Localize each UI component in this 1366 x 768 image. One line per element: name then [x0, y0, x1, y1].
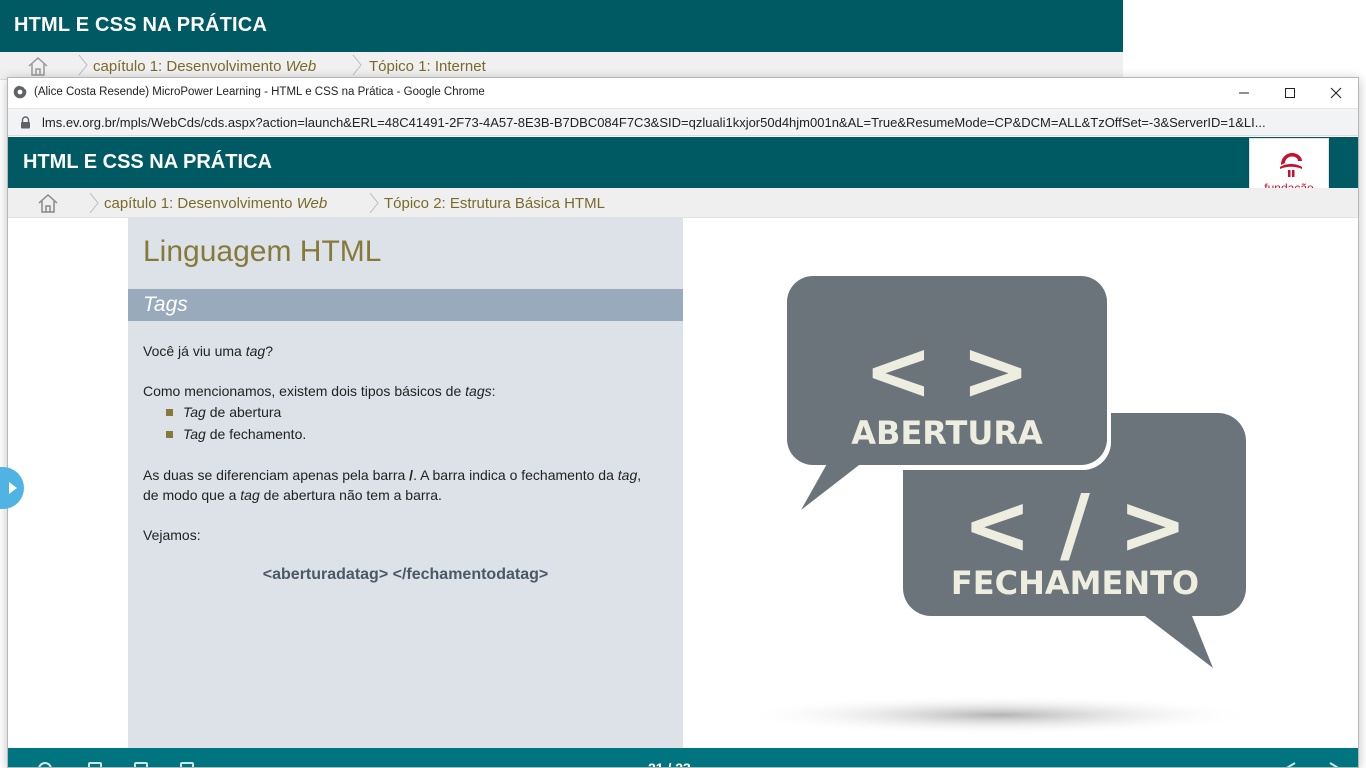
next-page-icon[interactable] [1328, 762, 1342, 768]
minimize-button[interactable] [1221, 78, 1267, 108]
opening-label: ABERTURA [851, 414, 1043, 452]
play-arrow-icon [9, 482, 17, 494]
background-course-header: HTML E CSS NA PRÁTICA [0, 0, 1123, 52]
address-bar[interactable]: lms.ev.org.br/mpls/WebCds/cds.aspx?actio… [8, 108, 1358, 136]
breadcrumb-separator-icon [369, 192, 379, 214]
url-text[interactable]: lms.ev.org.br/mpls/WebCds/cds.aspx?actio… [42, 115, 1352, 130]
glossary-icon[interactable] [134, 762, 148, 767]
print-icon[interactable] [180, 762, 194, 767]
breadcrumb-chapter[interactable]: capítulo 1: Desenvolvimento Web [104, 195, 327, 212]
window-title: (Alice Costa Resende) MicroPower Learnin… [34, 86, 485, 98]
closing-symbol: < / > [963, 478, 1187, 573]
maximize-button[interactable] [1267, 78, 1313, 108]
close-button[interactable] [1313, 78, 1358, 108]
tags-illustration: < / > FECHAMENTO < > ABERTURA [739, 273, 1259, 735]
maximize-icon [1285, 88, 1295, 98]
breadcrumb-separator-icon [89, 192, 99, 214]
background-breadcrumb: capítulo 1: Desenvolvimento Web Tópico 1… [0, 52, 1123, 80]
code-example: <aberturadatag> </fechamentodatag> [262, 566, 549, 583]
slide-title: Linguagem HTML [143, 235, 382, 268]
chrome-globe-icon [13, 85, 27, 99]
minimize-icon [1239, 92, 1249, 94]
bullet-square-icon [166, 431, 173, 438]
paragraph-types: Como mencionamos, existem dois tipos bás… [143, 383, 496, 399]
bullet-square-icon [166, 409, 173, 416]
info-icon[interactable] [38, 762, 52, 767]
previous-page-icon[interactable] [1283, 762, 1297, 768]
slide-text-panel: Linguagem HTML Tags Você já viu uma tag?… [128, 218, 683, 748]
paragraph-vejamos: Vejamos: [143, 527, 201, 543]
home-icon[interactable] [37, 193, 59, 213]
list-item-opening: Tag de abertura [166, 404, 281, 420]
breadcrumb: capítulo 1: Desenvolvimento Web Tópico 2… [8, 188, 1358, 218]
page-number: 21 / 23 [648, 760, 691, 768]
course-title: HTML E CSS NA PRÁTICA [23, 151, 272, 173]
bradesco-logo-icon [1280, 153, 1302, 177]
background-breadcrumb-topic[interactable]: Tópico 1: Internet [369, 58, 486, 75]
opening-symbol: < > [864, 324, 1030, 419]
paragraph-difference: As duas se diferenciam apenas pela barra… [143, 467, 642, 503]
breadcrumb-topic[interactable]: Tópico 2: Estrutura Básica HTML [384, 195, 605, 212]
background-breadcrumb-chapter[interactable]: capítulo 1: Desenvolvimento Web [93, 58, 316, 75]
closing-label: FECHAMENTO [951, 564, 1199, 602]
course-header: HTML E CSS NA PRÁTICA [8, 137, 1358, 188]
home-icon[interactable] [27, 56, 49, 76]
section-subheader-text: Tags [143, 293, 188, 316]
breadcrumb-separator-icon [78, 54, 88, 76]
window-titlebar[interactable]: (Alice Costa Resende) MicroPower Learnin… [8, 78, 1358, 108]
section-subheader: Tags [128, 289, 683, 321]
notes-icon[interactable] [88, 762, 102, 767]
background-course-title: HTML E CSS NA PRÁTICA [14, 14, 268, 36]
shadow-ellipse [739, 695, 1259, 735]
bottom-navigation-bar: 21 / 23 [8, 748, 1358, 768]
lock-icon [21, 116, 30, 129]
paragraph-intro: Você já viu uma tag? [143, 343, 273, 359]
illustration-panel: < / > FECHAMENTO < > ABERTURA [683, 218, 1358, 748]
close-icon [1330, 87, 1342, 99]
popup-window: (Alice Costa Resende) MicroPower Learnin… [7, 77, 1359, 768]
list-item-closing: Tag de fechamento. [166, 426, 306, 442]
breadcrumb-separator-icon [352, 54, 362, 76]
